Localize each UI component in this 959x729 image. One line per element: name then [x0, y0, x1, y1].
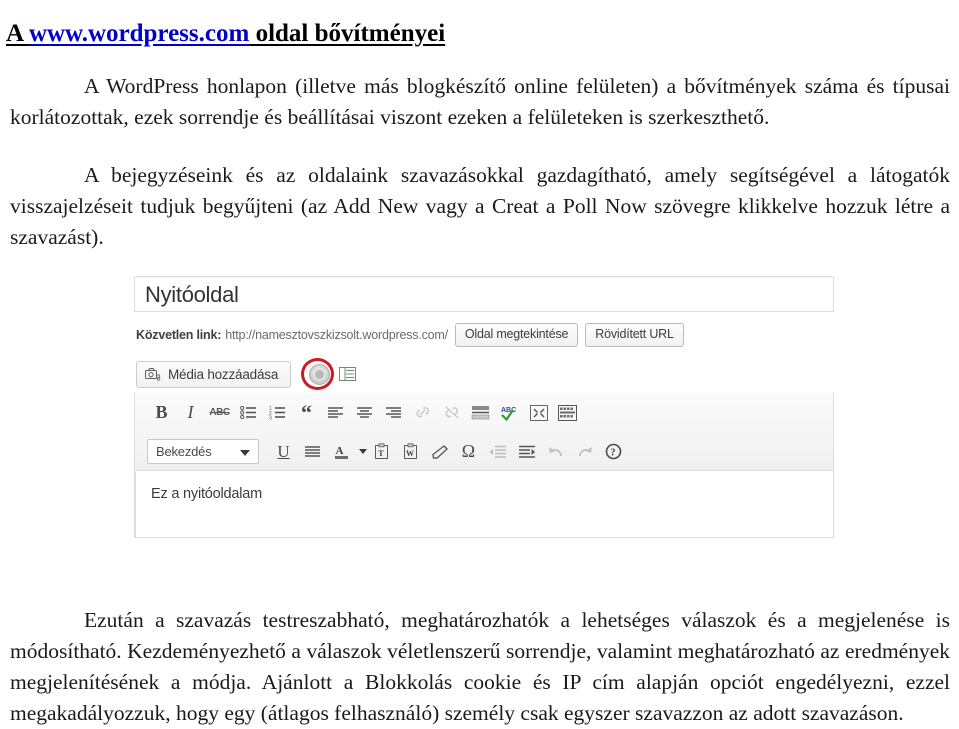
- media-row: Média hozzáadása: [136, 357, 357, 391]
- permalink-url[interactable]: http://namesztovszkizsolt.wordpress.com/: [225, 328, 448, 342]
- form-table-icon[interactable]: [339, 366, 357, 382]
- redo-icon[interactable]: [570, 438, 599, 466]
- red-highlight-annotation: [301, 358, 335, 390]
- numbered-list-icon[interactable]: 1 2 3: [263, 399, 292, 427]
- strikethrough-icon[interactable]: ABC: [205, 399, 234, 427]
- permalink-row: Közvetlen link: http://namesztovszkizsol…: [136, 322, 684, 347]
- justify-icon[interactable]: [298, 438, 327, 466]
- svg-text:?: ?: [611, 448, 616, 459]
- special-character-icon[interactable]: Ω: [454, 438, 483, 466]
- kitchen-sink-icon[interactable]: [553, 399, 582, 427]
- italic-icon[interactable]: I: [176, 399, 205, 427]
- blockquote-icon[interactable]: “: [292, 399, 321, 427]
- add-poll-control[interactable]: [299, 357, 339, 391]
- paragraph-intro: A WordPress honlapon (illetve más blogké…: [10, 71, 950, 133]
- paragraph-format-value: Bekezdés: [156, 444, 212, 459]
- add-media-button[interactable]: Média hozzáadása: [136, 360, 292, 388]
- paragraph-polls-text: A bejegyzéseink és az oldalaink szavazás…: [10, 162, 950, 249]
- svg-text:W: W: [406, 449, 414, 458]
- editor-content-area[interactable]: Ez a nyitóoldalam: [135, 472, 833, 537]
- text-color-icon[interactable]: A: [327, 438, 356, 466]
- editor-box: B I ABC 1 2 3 “ ABC Bekezdés U A T W Ω ?…: [134, 393, 834, 538]
- permalink-label: Közvetlen link:: [136, 327, 222, 342]
- paragraph-intro-text: A WordPress honlapon (illetve más blogké…: [10, 73, 950, 129]
- bold-icon[interactable]: B: [147, 399, 176, 427]
- underline-icon[interactable]: U: [269, 438, 298, 466]
- post-title-input[interactable]: Nyitóoldal: [134, 276, 834, 312]
- align-right-icon[interactable]: [379, 399, 408, 427]
- document-page: A www.wordpress.com oldal bővítményei A …: [0, 0, 959, 725]
- paragraph-polls: A bejegyzéseink és az oldalaink szavazás…: [10, 160, 950, 253]
- outdent-icon[interactable]: [483, 438, 512, 466]
- undo-icon[interactable]: [541, 438, 570, 466]
- page-title: A www.wordpress.com oldal bővítményei: [6, 19, 445, 49]
- post-title-value: Nyitóoldal: [145, 282, 239, 307]
- more-tag-icon[interactable]: [466, 399, 495, 427]
- indent-icon[interactable]: [512, 438, 541, 466]
- editor-content-text: Ez a nyitóoldalam: [151, 486, 263, 502]
- page-title-suffix: oldal bővítményei: [249, 19, 446, 47]
- chevron-down-icon: [359, 449, 367, 454]
- fullscreen-icon[interactable]: [524, 399, 553, 427]
- paragraph-customize: Ezután a szavazás testreszabható, meghat…: [10, 605, 950, 729]
- insert-link-icon[interactable]: [408, 399, 437, 427]
- editor-screen: Nyitóoldal Közvetlen link: http://namesz…: [134, 276, 836, 542]
- add-media-label: Média hozzáadása: [168, 366, 279, 382]
- remove-formatting-icon[interactable]: [425, 438, 454, 466]
- view-page-button[interactable]: Oldal megtekintése: [454, 322, 579, 347]
- toolbar-row-1: B I ABC 1 2 3 “ ABC: [135, 393, 833, 432]
- shorten-url-button[interactable]: Rövidített URL: [585, 322, 684, 347]
- editor-toolbar: B I ABC 1 2 3 “ ABC Bekezdés U A T W Ω ?: [135, 393, 833, 471]
- paste-from-word-icon[interactable]: W: [396, 438, 425, 466]
- wordpress-editor-screenshot: Nyitóoldal Közvetlen link: http://namesz…: [127, 272, 839, 546]
- paragraph-customize-text: Ezután a szavazás testreszabható, meghat…: [10, 607, 950, 725]
- spellcheck-icon[interactable]: ABC: [495, 399, 524, 427]
- wordpress-link[interactable]: www.wordpress.com: [29, 20, 249, 47]
- svg-text:A: A: [335, 445, 343, 457]
- unlink-icon[interactable]: [437, 399, 466, 427]
- align-left-icon[interactable]: [321, 399, 350, 427]
- paragraph-format-select[interactable]: Bekezdés: [147, 439, 259, 464]
- svg-text:ABC: ABC: [501, 407, 516, 414]
- toolbar-row-2: Bekezdés U A T W Ω ?: [135, 432, 833, 471]
- svg-text:3: 3: [269, 416, 272, 421]
- help-icon[interactable]: ?: [599, 438, 628, 466]
- camera-icon: [145, 367, 161, 381]
- page-title-prefix: A: [6, 19, 29, 47]
- bullet-list-icon[interactable]: [234, 399, 263, 427]
- chevron-down-icon: [240, 450, 250, 456]
- align-center-icon[interactable]: [350, 399, 379, 427]
- text-color-control[interactable]: A: [327, 438, 367, 466]
- svg-text:T: T: [378, 449, 384, 458]
- paste-as-text-icon[interactable]: T: [367, 438, 396, 466]
